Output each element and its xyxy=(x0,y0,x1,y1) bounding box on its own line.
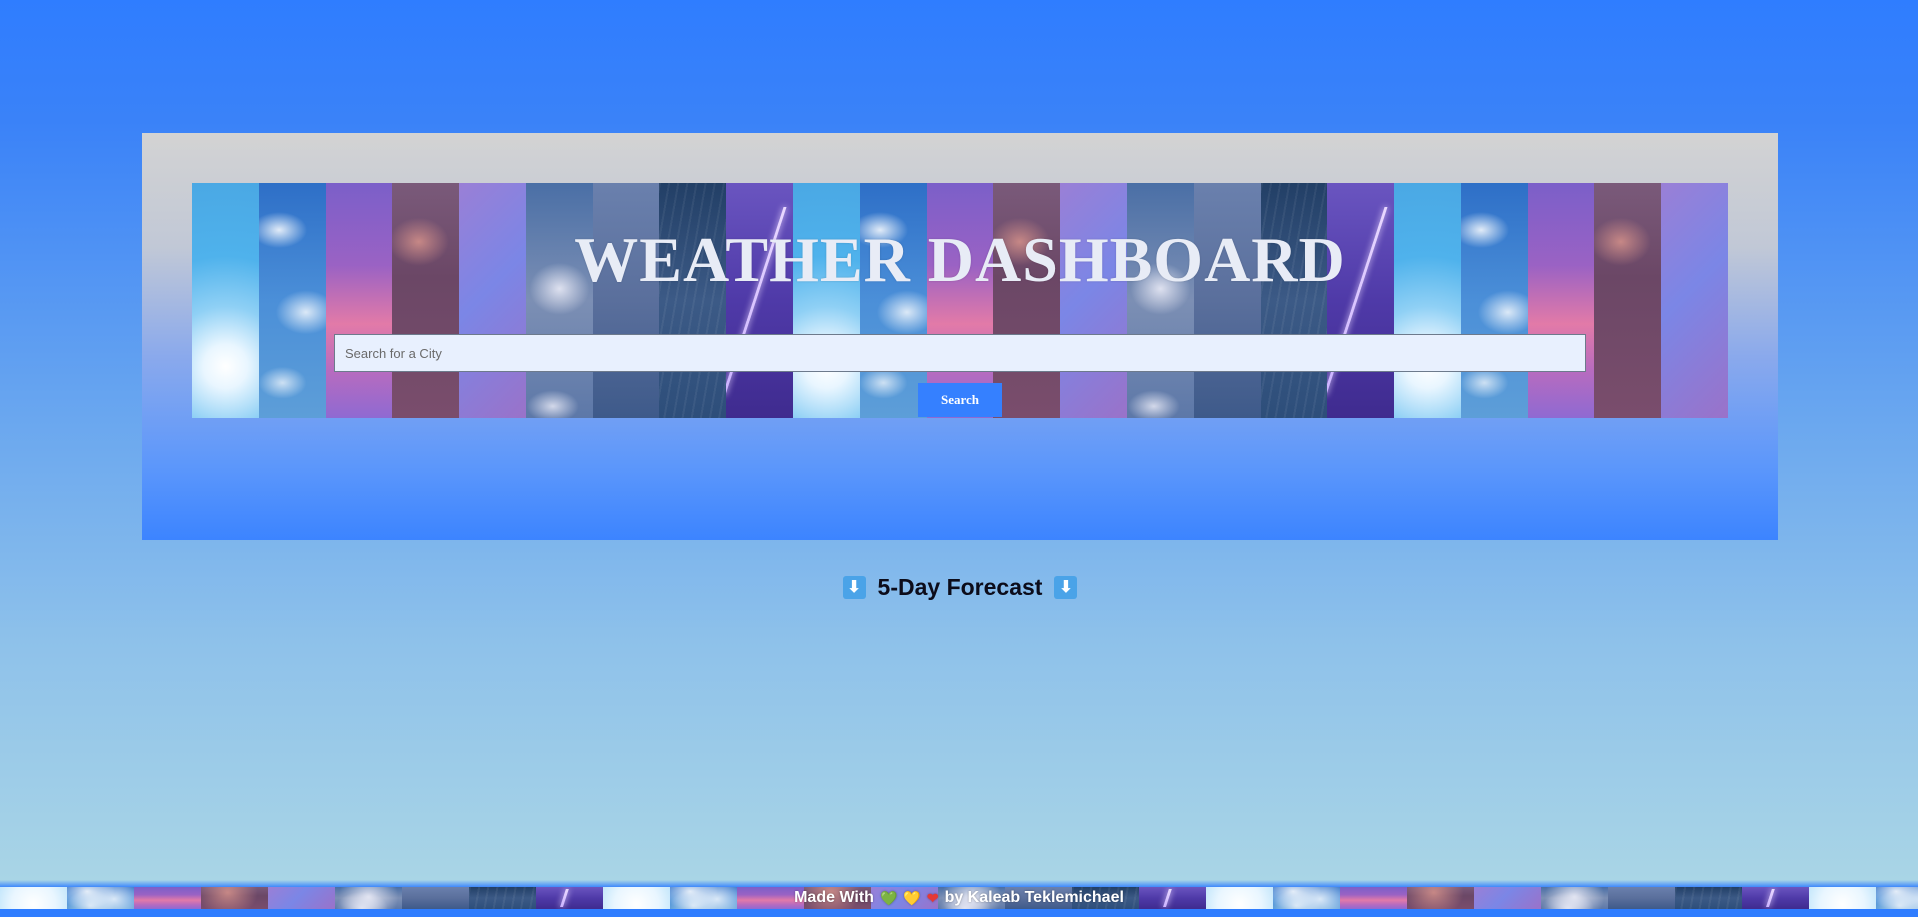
banner-image-lightning xyxy=(1327,183,1395,418)
banner-image-clouds xyxy=(1460,183,1528,418)
footer-author: by Kaleab Teklemichael xyxy=(944,889,1124,906)
banner-image-sunny xyxy=(192,183,259,418)
forecast-heading-label: 5-Day Forecast xyxy=(877,574,1043,600)
yellow-heart-icon: 💛 xyxy=(903,890,921,906)
banner-image-lavender xyxy=(459,183,526,418)
banner-image-lightning xyxy=(726,183,794,418)
banner-image-pink-sky xyxy=(325,183,393,418)
footer-credit: Made With 💚 💛 ❤ by Kaleab Teklemichael xyxy=(0,887,1918,909)
banner-image-rain xyxy=(659,183,727,418)
search-button[interactable]: Search xyxy=(918,383,1002,417)
main-card: WEATHER DASHBOARD ⬇ 5-Day Forecast ⬇ xyxy=(142,133,1778,600)
banner-image-rain xyxy=(1260,183,1328,418)
green-heart-icon: 💚 xyxy=(879,890,898,906)
banner-image-lavender xyxy=(1661,183,1728,418)
banner-image-storm-clouds xyxy=(525,183,593,418)
down-arrow-icon: ⬇ xyxy=(1054,576,1078,599)
banner-image-clouds xyxy=(258,183,326,418)
banner-image-dusk xyxy=(392,183,460,418)
banner-image-sunny xyxy=(793,183,860,418)
page-title: WEATHER DASHBOARD xyxy=(574,224,1346,295)
banner-image-clouds xyxy=(859,183,927,418)
banner-image-storm-clouds xyxy=(1126,183,1194,418)
banner-image-sunny xyxy=(1394,183,1461,418)
down-arrow-icon: ⬇ xyxy=(842,576,866,599)
banner-image-dusk xyxy=(1594,183,1662,418)
banner-image-overcast xyxy=(1193,183,1261,418)
banner-image-lavender xyxy=(1060,183,1127,418)
banner-image-dusk xyxy=(993,183,1061,418)
red-heart-icon: ❤ xyxy=(926,890,939,906)
city-search-input[interactable] xyxy=(334,334,1586,372)
footer-made-with: Made With xyxy=(794,889,874,906)
banner-image-overcast xyxy=(592,183,660,418)
banner-image-pink-sky xyxy=(1527,183,1595,418)
forecast-heading: ⬇ 5-Day Forecast ⬇ xyxy=(142,574,1778,601)
